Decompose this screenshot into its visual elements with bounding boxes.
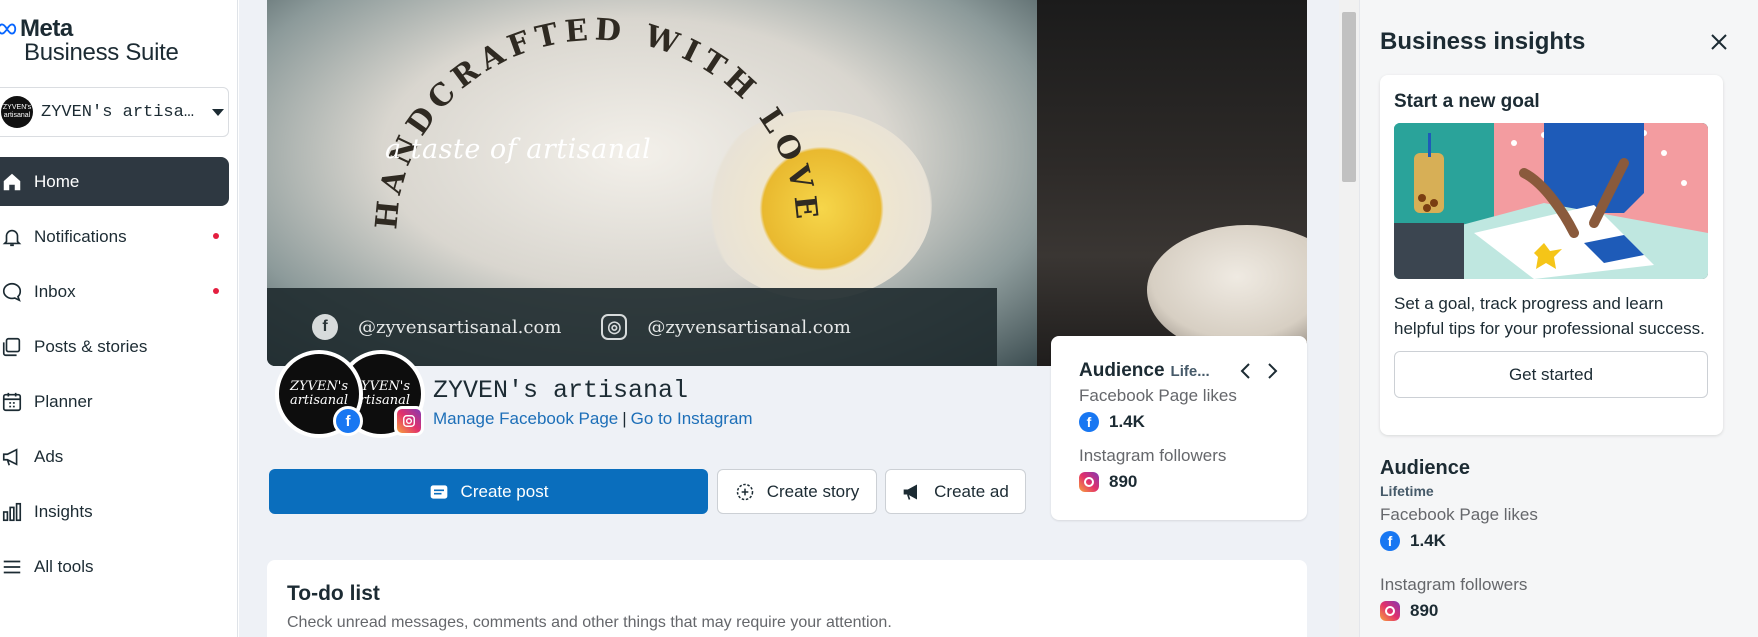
start-goal-card: Start a new goal Set a goal, track progr… [1380, 75, 1723, 435]
panel-fb-likes-label: Facebook Page likes [1380, 505, 1538, 524]
create-ad-button[interactable]: Create ad [885, 469, 1026, 514]
sidebar-item-inbox[interactable]: Inbox [0, 267, 229, 316]
instagram-icon [1079, 472, 1099, 492]
goal-title: Start a new goal [1394, 91, 1540, 112]
cover-social-facebook: f @zyvensartisanal.com [312, 314, 561, 340]
account-switcher[interactable]: ZYVEN's artisanal ZYVEN's artisa… [0, 87, 229, 137]
chevron-left-icon[interactable] [1239, 362, 1253, 380]
instagram-icon [1380, 601, 1400, 621]
go-to-instagram-link[interactable]: Go to Instagram [631, 409, 753, 428]
main-scrollbar[interactable] [1339, 0, 1359, 637]
sidebar-nav: Home Notifications Inbox Posts & stories [0, 157, 229, 597]
todo-list-card: To-do list Check unread messages, commen… [267, 560, 1307, 637]
audience-title: Audience [1079, 360, 1165, 381]
sidebar-item-label: Inbox [34, 281, 76, 301]
logo-suite-text: Business Suite [24, 39, 179, 66]
instagram-icon: ◎ [601, 314, 628, 340]
page-name: ZYVEN's artisanal [433, 376, 689, 405]
todo-title: To-do list [287, 582, 380, 605]
facebook-icon: f [1079, 412, 1099, 432]
caret-down-icon [212, 108, 224, 116]
sidebar-item-label: Home [34, 171, 80, 191]
panel-audience-section: Audience Lifetime Facebook Page likes f … [1380, 457, 1720, 621]
panel-audience-title: Audience [1380, 457, 1471, 479]
fb-likes-label: Facebook Page likes [1079, 386, 1237, 405]
sidebar-item-posts-stories[interactable]: Posts & stories [0, 322, 229, 371]
post-icon [429, 483, 449, 501]
page-links: Manage Facebook Page | Go to Instagram [433, 409, 753, 429]
fb-likes-value: 1.4K [1109, 412, 1145, 431]
megaphone-icon [0, 445, 24, 469]
business-insights-panel: Business insights Start a new goal Set a… [1359, 0, 1758, 637]
sidebar-item-label: Posts & stories [34, 336, 148, 356]
facebook-icon: f [1380, 531, 1400, 551]
sidebar-item-home[interactable]: Home [0, 157, 229, 206]
audience-period: Life... [1170, 362, 1210, 380]
bar-chart-icon [0, 500, 24, 524]
account-name: ZYVEN's artisa… [41, 102, 195, 122]
cover-tagline: a taste of artisanal [385, 134, 652, 165]
todo-subtitle: Check unread messages, comments and othe… [287, 614, 892, 631]
cover-photo: HANDCRAFTED WITH LOVE a taste of artisan… [267, 0, 1307, 366]
goal-illustration [1394, 123, 1708, 279]
create-post-button[interactable]: Create post [269, 469, 708, 514]
chat-bubble-icon [0, 280, 24, 304]
home-icon [0, 170, 24, 194]
chevron-right-icon[interactable] [1265, 362, 1279, 380]
megaphone-icon [902, 482, 922, 502]
main-content: HANDCRAFTED WITH LOVE a taste of artisan… [239, 0, 1339, 637]
instagram-badge-icon [394, 406, 424, 436]
sidebar-item-label: Ads [34, 446, 64, 466]
facebook-badge-icon: f [333, 406, 363, 436]
add-story-icon [735, 482, 755, 502]
create-ad-label: Create ad [934, 481, 1009, 501]
svg-text:HANDCRAFTED WITH LOVE: HANDCRAFTED WITH LOVE [369, 12, 824, 230]
sidebar-item-label: Notifications [34, 226, 127, 246]
panel-audience-period: Lifetime [1380, 483, 1434, 499]
sidebar-item-ads[interactable]: Ads [0, 432, 229, 481]
cover-social-instagram: ◎ @zyvensartisanal.com [601, 314, 851, 340]
bell-icon [0, 225, 24, 249]
sidebar-item-notifications[interactable]: Notifications [0, 212, 229, 261]
panel-title: Business insights [1380, 28, 1586, 55]
create-post-label: Create post [460, 481, 549, 501]
posts-icon [0, 335, 24, 359]
calendar-icon [0, 390, 24, 414]
account-avatar: ZYVEN's artisanal [1, 96, 33, 128]
sidebar-item-planner[interactable]: Planner [0, 377, 229, 426]
profile-pictures[interactable]: ZYVEN's artisanal ZYVEN's artisanal f [275, 350, 425, 442]
meta-business-suite-logo[interactable]: Meta Business Suite [0, 15, 196, 66]
cover-arch-text: HANDCRAFTED WITH LOVE [369, 12, 824, 230]
facebook-icon: f [312, 314, 338, 340]
sidebar-item-label: All tools [34, 556, 94, 576]
unread-dot [213, 288, 219, 294]
sidebar: Meta Business Suite ZYVEN's artisanal ZY… [0, 0, 238, 637]
close-icon[interactable] [1707, 30, 1731, 54]
unread-dot [213, 233, 219, 239]
meta-infinity-icon [0, 23, 17, 35]
sidebar-item-label: Insights [34, 501, 93, 521]
sidebar-item-label: Planner [34, 391, 93, 411]
manage-facebook-page-link[interactable]: Manage Facebook Page [433, 409, 618, 428]
sidebar-item-all-tools[interactable]: All tools [0, 542, 229, 591]
sidebar-item-insights[interactable]: Insights [0, 487, 229, 536]
create-story-button[interactable]: Create story [717, 469, 877, 514]
goal-description: Set a goal, track progress and learn hel… [1394, 294, 1705, 338]
panel-ig-followers-label: Instagram followers [1380, 575, 1528, 594]
get-started-button[interactable]: Get started [1394, 351, 1708, 398]
create-story-label: Create story [766, 481, 860, 501]
menu-icon [0, 555, 24, 579]
link-separator: | [622, 409, 627, 428]
panel-ig-followers-value: 890 [1410, 601, 1439, 620]
scrollbar-thumb[interactable] [1342, 12, 1356, 182]
ig-followers-value: 890 [1109, 472, 1138, 491]
ig-followers-label: Instagram followers [1079, 446, 1227, 465]
panel-fb-likes-value: 1.4K [1410, 531, 1446, 550]
audience-card: Audience Life... Facebook Page likes f 1… [1051, 336, 1307, 520]
